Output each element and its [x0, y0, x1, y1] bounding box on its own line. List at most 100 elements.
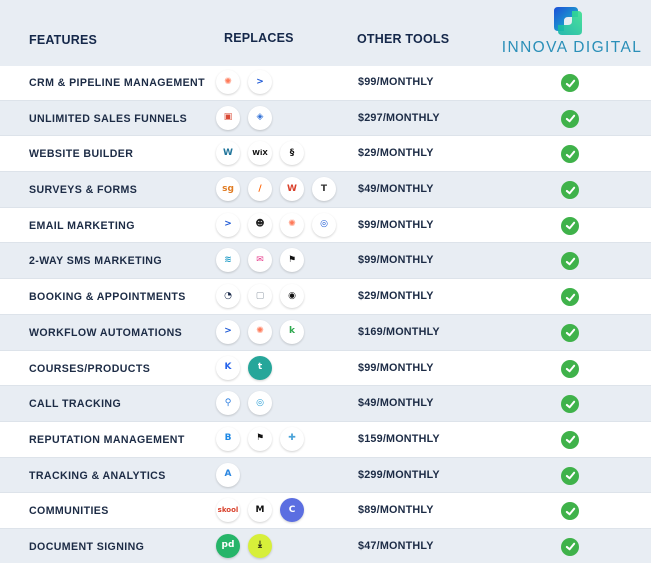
check-icon — [561, 323, 579, 342]
hubspot-icon: ✺ — [248, 319, 272, 344]
feature-label: CRM & PIPELINE MANAGEMENT — [29, 77, 205, 89]
check-icon — [561, 466, 579, 485]
features-column-header: FEATURES — [29, 33, 98, 47]
check-icon — [561, 359, 579, 378]
calendly-icon: ◔ — [216, 284, 240, 309]
table-row: WEBSITE BUILDER W WiX § $29/MONTHLY — [0, 136, 651, 173]
squarespace-icon: § — [280, 141, 304, 166]
acuity-icon: ◉ — [280, 284, 304, 309]
replaced-tools: A — [216, 462, 240, 489]
comparison-table: FEATURES REPLACES OTHER TOOLS INNOVA DIG… — [0, 0, 651, 563]
table-row: COMMUNITIES skool M C $89/MONTHLY — [0, 493, 651, 529]
hubspot-icon: ✺ — [216, 70, 240, 94]
brand-logo: INNOVA DIGITAL — [497, 3, 647, 59]
mailchimp-icon: ☻ — [248, 212, 272, 237]
replaced-tools: B ⚑ ✚ — [216, 426, 304, 453]
puzzle-icon: ✚ — [280, 426, 304, 451]
table-row: BOOKING & APPOINTMENTS ◔ ▢ ◉ $29/MONTHLY — [0, 279, 651, 315]
table-row: COURSES/PRODUCTS Kt $99/MONTHLY — [0, 351, 651, 387]
other-tools-price: $99/MONTHLY — [358, 254, 434, 267]
table-row: TRACKING & ANALYTICS A $299/MONTHLY — [0, 457, 651, 494]
check-icon — [561, 502, 579, 521]
stacked-chevrons-icon: ≋ — [216, 248, 240, 273]
table-row: 2-WAY SMS MARKETING ≋ ✉ ⚑ $99/MONTHLY — [0, 243, 651, 280]
kajabi-icon: K — [216, 355, 240, 380]
location-pin-icon: ⚲ — [216, 391, 240, 416]
table-header: FEATURES REPLACES OTHER TOOLS INNOVA DIG… — [0, 0, 651, 66]
feature-label: BOOKING & APPOINTMENTS — [29, 291, 186, 304]
activecampaign-icon: > — [248, 70, 272, 94]
download-icon: ⤓ — [248, 533, 272, 558]
replaced-tools: > ☻ ✺ ◎ — [216, 212, 336, 239]
replaced-tools: ⚲ ◎ — [216, 391, 272, 417]
feature-label: SURVEYS & FORMS — [29, 184, 138, 197]
innova-logo-icon — [554, 7, 582, 35]
pandadoc-icon: pd — [216, 533, 240, 558]
check-icon — [561, 145, 579, 164]
calendar-icon: ▢ — [248, 284, 272, 309]
replaced-tools: ✺ > — [216, 70, 272, 96]
check-icon — [561, 537, 579, 556]
activecampaign-icon: > — [216, 319, 240, 344]
other-tools-price: $49/MONTHLY — [358, 183, 434, 196]
replaced-tools: sg / W T — [216, 177, 336, 203]
feature-label: COURSES/PRODUCTS — [29, 362, 151, 375]
mighty-networks-icon: M — [248, 498, 272, 523]
other-tools-price: $47/MONTHLY — [358, 539, 434, 552]
feature-label: 2-WAY SMS MARKETING — [29, 255, 162, 268]
feature-label: WORKFLOW AUTOMATIONS — [29, 326, 183, 339]
other-tools-price: $159/MONTHLY — [358, 432, 440, 445]
other-tools-price: $99/MONTHLY — [358, 218, 434, 231]
feature-label: UNLIMITED SALES FUNNELS — [29, 112, 188, 125]
replaced-tools: ≋ ✉ ⚑ — [216, 248, 304, 274]
other-tools-price: $297/MONTHLY — [358, 111, 440, 124]
table-body: CRM & PIPELINE MANAGEMENT ✺ > $99/MONTHLY UN… — [0, 65, 651, 563]
hubspot-icon: ✺ — [280, 212, 304, 237]
feature-label: CALL TRACKING — [29, 398, 122, 411]
other-tools-price: $169/MONTHLY — [358, 325, 440, 338]
check-icon — [561, 430, 579, 449]
feature-label: REPUTATION MANAGEMENT — [29, 433, 185, 446]
check-icon — [561, 288, 579, 307]
check-icon — [561, 109, 579, 128]
teachable-icon: t — [248, 355, 272, 380]
clickfunnels-icon: ▣ — [216, 105, 240, 130]
skool-icon: skool — [216, 498, 240, 523]
check-icon — [561, 216, 579, 235]
wordpress-icon: W — [216, 141, 240, 166]
keap-icon: k — [280, 319, 304, 344]
wufoo-icon: W — [280, 177, 304, 202]
table-row: REPUTATION MANAGEMENT B ⚑ ✚ $159/MONTHLY — [0, 422, 651, 458]
jotform-icon: / — [248, 177, 272, 202]
activecampaign-icon: > — [216, 212, 240, 237]
other-tools-price: $29/MONTHLY — [358, 147, 434, 160]
kartra-icon: ◈ — [248, 105, 272, 130]
typeform-icon: T — [312, 177, 336, 202]
circle-icon: C — [280, 498, 304, 523]
other-tools-price: $99/MONTHLY — [358, 361, 434, 374]
replaced-tools: skool M C — [216, 498, 304, 524]
mail-envelope-icon: ✉ — [248, 248, 272, 273]
table-row: CRM & PIPELINE MANAGEMENT ✺ > $99/MONTHLY — [0, 65, 651, 101]
replaced-tools: ▣ ◈ — [216, 105, 272, 132]
other-tools-price: $89/MONTHLY — [358, 504, 434, 517]
other-tools-price: $49/MONTHLY — [358, 397, 434, 410]
replaced-tools: > ✺ k — [216, 319, 304, 346]
table-row: CALL TRACKING ⚲ ◎ $49/MONTHLY — [0, 386, 651, 422]
check-icon — [561, 395, 579, 414]
callrail-icon: ◎ — [248, 391, 272, 416]
table-row: UNLIMITED SALES FUNNELS ▣ ◈ $297/MONTHLY — [0, 100, 651, 137]
check-icon — [561, 74, 579, 92]
replaced-tools: ◔ ▢ ◉ — [216, 284, 304, 310]
table-row: WORKFLOW AUTOMATIONS > ✺ k $169/MONTHLY — [0, 314, 651, 351]
replaced-tools: pd ⤓ — [216, 533, 272, 560]
replaced-tools: W WiX § — [216, 141, 304, 167]
replaced-tools: Kt — [216, 355, 272, 382]
replaces-column-header: REPLACES — [224, 31, 294, 45]
check-icon — [561, 252, 579, 271]
other-tools-column-header: OTHER TOOLS — [357, 32, 450, 46]
other-tools-price: $299/MONTHLY — [358, 468, 440, 481]
other-tools-price: $29/MONTHLY — [358, 290, 434, 303]
table-row: SURVEYS & FORMS sg / W T $49/MONTHLY — [0, 172, 651, 208]
feature-label: WEBSITE BUILDER — [29, 148, 134, 161]
